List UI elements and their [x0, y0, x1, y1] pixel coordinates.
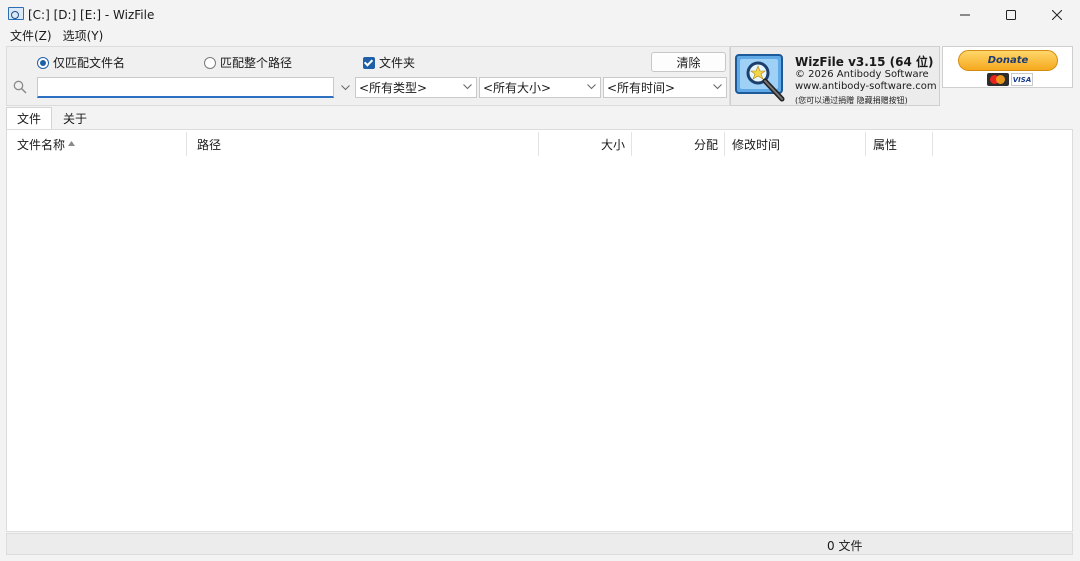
size-filter-value: <所有大小> — [483, 81, 552, 95]
column-header-modified[interactable]: 修改时间 — [725, 132, 866, 156]
column-header-allocated[interactable]: 分配 — [632, 132, 725, 156]
checkbox-checked-icon — [363, 56, 375, 69]
type-filter-select[interactable]: <所有类型> — [355, 77, 477, 98]
chevron-down-icon — [463, 84, 472, 90]
column-attributes-label: 属性 — [873, 137, 898, 152]
close-icon — [1052, 9, 1062, 20]
minimize-button[interactable] — [942, 0, 988, 29]
mastercard-icon — [987, 73, 1009, 86]
radio-unselected-icon — [204, 56, 216, 69]
maximize-icon — [1006, 9, 1016, 20]
radio-filename-only[interactable]: 仅匹配文件名 — [37, 54, 125, 71]
about-logo-panel: WizFile v3.15 (64 位) © 2026 Antibody Sof… — [730, 46, 940, 106]
checkbox-folders[interactable]: 文件夹 — [363, 54, 415, 71]
chevron-down-icon — [587, 84, 596, 90]
wizfile-logo-icon — [735, 54, 785, 102]
file-count-status: 0 文件 — [827, 539, 863, 553]
sort-ascending-icon — [68, 140, 76, 146]
column-header-path[interactable]: 路径 — [187, 132, 539, 156]
visa-icon: VISA — [1011, 73, 1033, 86]
column-header-size[interactable]: 大小 — [539, 132, 632, 156]
donate-panel: Donate VISA — [942, 46, 1073, 88]
search-input[interactable] — [37, 77, 334, 98]
chevron-down-icon — [340, 84, 350, 90]
time-filter-select[interactable]: <所有时间> — [603, 77, 727, 98]
search-icon — [13, 80, 27, 94]
column-alloc-label: 分配 — [693, 137, 718, 152]
search-panel: 仅匹配文件名 匹配整个路径 文件夹 清除 <所有类型> <所有大小> <所有时间… — [6, 46, 730, 106]
size-filter-select[interactable]: <所有大小> — [479, 77, 601, 98]
radio-filename-only-label: 仅匹配文件名 — [53, 56, 126, 70]
menu-bar: 文件(Z) 选项(Y) — [0, 29, 108, 46]
website-link[interactable]: www.antibody-software.com — [795, 81, 937, 92]
column-size-label: 大小 — [600, 137, 625, 152]
type-filter-value: <所有类型> — [359, 81, 428, 95]
menu-options[interactable]: 选项(Y) — [57, 29, 109, 46]
donate-button[interactable]: Donate — [958, 50, 1058, 71]
column-path-label: 路径 — [197, 137, 222, 152]
tab-files[interactable]: 文件 — [6, 107, 53, 129]
tab-about[interactable]: 关于 — [52, 107, 98, 129]
clear-button[interactable]: 清除 — [651, 52, 726, 72]
search-history-dropdown[interactable] — [338, 77, 352, 98]
column-header-name[interactable]: 文件名称 — [7, 132, 187, 156]
radio-selected-icon — [37, 56, 49, 69]
results-list[interactable]: 文件名称 路径 大小 分配 修改时间 属性 — [6, 129, 1073, 532]
column-header-attributes[interactable]: 属性 — [866, 132, 933, 156]
chevron-down-icon — [713, 84, 722, 90]
time-filter-value: <所有时间> — [607, 81, 676, 95]
column-modified-label: 修改时间 — [732, 137, 781, 152]
copyright-text: © 2026 Antibody Software — [795, 69, 929, 80]
status-bar: 0 文件 — [6, 533, 1073, 555]
title-bar: [C:] [D:] [E:] - WizFile — [0, 0, 1080, 29]
radio-full-path[interactable]: 匹配整个路径 — [204, 54, 292, 71]
window-title: [C:] [D:] [E:] - WizFile — [28, 7, 155, 22]
column-name-label: 文件名称 — [17, 137, 66, 152]
radio-full-path-label: 匹配整个路径 — [220, 56, 293, 70]
wizfile-app-icon — [8, 7, 24, 21]
donate-note-text: (您可以通过捐赠 隐藏捐赠按钮) — [795, 96, 908, 105]
checkbox-folders-label: 文件夹 — [379, 56, 416, 70]
tab-bar: 文件 关于 — [6, 107, 98, 129]
minimize-icon — [960, 14, 970, 15]
app-version-title: WizFile v3.15 (64 位) — [795, 55, 934, 69]
menu-file[interactable]: 文件(Z) — [0, 29, 57, 46]
close-button[interactable] — [1034, 0, 1080, 29]
maximize-button[interactable] — [988, 0, 1034, 29]
